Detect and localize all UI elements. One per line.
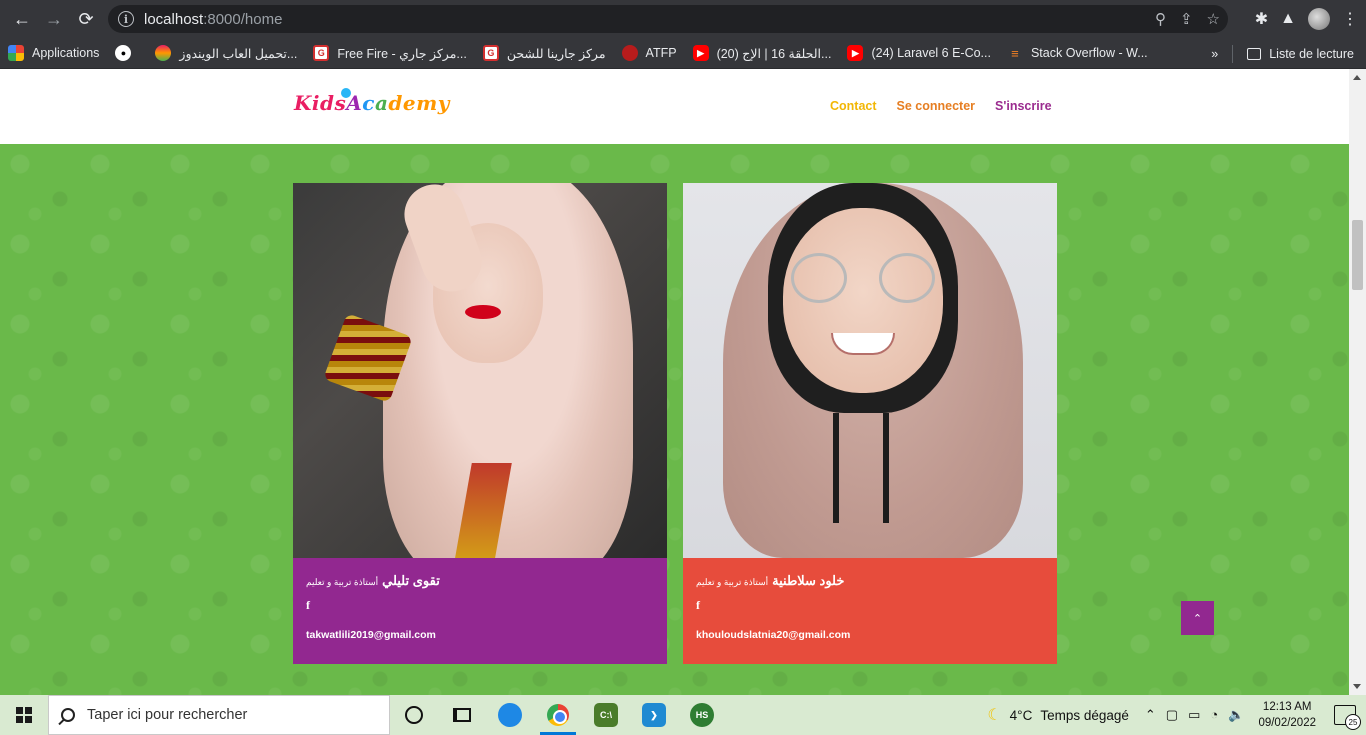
task-view-button[interactable]	[438, 695, 486, 735]
teacher-photo	[683, 183, 1057, 558]
volume-icon[interactable]: 🔈	[1228, 707, 1244, 723]
windows-taskbar: Taper ici pour rechercher C:\ ❯ HS ☾ 4°C…	[0, 695, 1366, 735]
more-bookmarks-button[interactable]: »	[1211, 47, 1218, 61]
teacher-card: تقوى تليلي أستاذة تربية و تعليم f takwat…	[293, 183, 667, 664]
site-header: KidsAcademy Contact Se connecter S'inscr…	[0, 69, 1349, 144]
task-view-icon	[453, 708, 471, 722]
teacher-photo	[293, 183, 667, 558]
taskbar-app-vscode[interactable]: ❯	[630, 695, 678, 735]
freefire-icon: G	[313, 45, 330, 61]
notification-center-icon[interactable]: 25	[1334, 705, 1361, 730]
reading-list-button[interactable]: Liste de lecture	[1247, 47, 1354, 61]
facebook-icon[interactable]: f	[306, 598, 310, 613]
cortana-icon	[405, 706, 423, 724]
bookmark-stackoverflow[interactable]: ≡ Stack Overflow - W...	[999, 40, 1156, 66]
taskbar-app-hs[interactable]: HS	[678, 695, 726, 735]
system-tray: ☾ 4°C Temps dégagé ⌃ ▢ ▭ ◔ 🔈 12:13 AM 09…	[987, 695, 1366, 735]
nav-signup[interactable]: S'inscrire	[995, 99, 1051, 113]
cortana-button[interactable]	[390, 695, 438, 735]
teacher-email: takwatlili2019@gmail.com	[306, 629, 436, 641]
teacher-role: أستاذة تربية و تعليم	[696, 577, 769, 587]
weather-temp: 4°C	[1009, 707, 1033, 723]
chrome-icon	[547, 704, 569, 726]
vscode-icon: ❯	[642, 703, 666, 727]
teacher-info: خلود سلاطنية أستاذة تربية و تعليم f khou…	[683, 558, 1057, 664]
teacher-info: تقوى تليلي أستاذة تربية و تعليم f takwat…	[293, 558, 667, 664]
scroll-thumb[interactable]	[1352, 220, 1363, 290]
hs-app-icon: HS	[690, 703, 714, 727]
taskbar-app-elephant[interactable]	[486, 695, 534, 735]
bookmark-free-fire[interactable]: G Free Fire - مركز جاري...	[305, 40, 475, 66]
start-button[interactable]	[0, 695, 48, 735]
weather-text: Temps dégagé	[1040, 707, 1129, 723]
stackoverflow-icon: ≡	[1011, 45, 1019, 61]
zoom-icon[interactable]: ⚲	[1155, 10, 1166, 28]
garena-icon: G	[482, 45, 499, 61]
bookmark-applications[interactable]: Applications	[0, 40, 107, 66]
nav-contact[interactable]: Contact	[830, 99, 877, 113]
windows-logo-icon	[16, 707, 32, 723]
clock-time: 12:13 AM	[1262, 701, 1312, 713]
clock[interactable]: 12:13 AM 09/02/2022	[1258, 699, 1316, 731]
menu-dots-icon[interactable]: ⋮	[1342, 9, 1358, 29]
weather-widget[interactable]: ☾ 4°C Temps dégagé	[987, 705, 1129, 725]
teacher-email: khouloudslatnia20@gmail.com	[696, 629, 851, 641]
teacher-name: خلود سلاطنية	[772, 573, 845, 588]
meet-now-icon[interactable]: ▢	[1166, 707, 1178, 723]
rainbow-icon	[155, 45, 172, 61]
bookmark-github[interactable]: ●	[107, 40, 147, 66]
facebook-icon[interactable]: f	[696, 598, 700, 613]
terminal-app-icon: C:\	[594, 703, 618, 727]
taskbar-search[interactable]: Taper ici pour rechercher	[48, 695, 390, 735]
teacher-card: خلود سلاطنية أستاذة تربية و تعليم f khou…	[683, 183, 1057, 664]
address-bar[interactable]: i localhost:8000/home ⚲ ⇪ ☆	[108, 5, 1228, 33]
search-placeholder: Taper ici pour rechercher	[87, 707, 248, 723]
scroll-up-icon[interactable]	[1353, 75, 1361, 80]
battery-icon[interactable]: ▭	[1188, 707, 1200, 723]
divider	[1232, 44, 1234, 63]
share-icon[interactable]: ⇪	[1180, 10, 1193, 28]
bookmark-star-icon[interactable]: ☆	[1207, 10, 1220, 28]
taskbar-app-terminal[interactable]: C:\	[582, 695, 630, 735]
scroll-down-icon[interactable]	[1353, 684, 1361, 689]
browser-toolbar: ← → ⟳ i localhost:8000/home ⚲ ⇪ ☆ ✱ ▲ ⋮	[0, 0, 1366, 38]
bookmarks-bar: Applications ● تحميل العاب الويندوز... G…	[0, 38, 1366, 69]
youtube-icon: ▶	[692, 45, 709, 61]
bookmark-garena[interactable]: G مركز جارينا للشحن	[475, 40, 614, 66]
moon-icon: ☾	[987, 707, 1002, 724]
atfp-icon	[621, 45, 638, 61]
notification-badge: 25	[1345, 714, 1361, 730]
site-nav: Contact Se connecter S'inscrire	[830, 99, 1052, 113]
page-viewport: KidsAcademy Contact Se connecter S'inscr…	[0, 69, 1366, 695]
teacher-role: أستاذة تربية و تعليم	[306, 577, 379, 587]
profile-avatar[interactable]	[1308, 8, 1330, 30]
reading-list-icon	[1247, 48, 1262, 61]
search-icon	[61, 708, 75, 722]
site-info-icon[interactable]: i	[118, 11, 134, 27]
teacher-name: تقوى تليلي	[382, 573, 440, 588]
teachers-section: تقوى تليلي أستاذة تربية و تعليم f takwat…	[0, 144, 1349, 695]
site-logo[interactable]: KidsAcademy	[294, 91, 450, 115]
apps-grid-icon	[8, 45, 24, 61]
clock-date: 09/02/2022	[1258, 717, 1316, 729]
taskbar-app-chrome[interactable]	[534, 695, 582, 735]
chevron-up-icon[interactable]: ⌃	[1145, 707, 1156, 723]
bookmark-windows-games[interactable]: تحميل العاب الويندوز...	[147, 40, 305, 66]
bookmark-youtube-1[interactable]: ▶ (20) الحلقة 16 | الإج...	[685, 40, 840, 66]
extensions-icon[interactable]: ✱	[1255, 9, 1268, 29]
bookmark-youtube-2[interactable]: ▶ (24) Laravel 6 E-Co...	[839, 40, 999, 66]
youtube-icon: ▶	[847, 45, 864, 61]
page-scrollbar[interactable]	[1349, 69, 1366, 695]
wifi-icon[interactable]: ◔	[1210, 707, 1218, 723]
github-icon: ●	[115, 45, 132, 61]
elephant-app-icon	[498, 703, 522, 727]
url-text[interactable]: localhost:8000/home	[144, 11, 282, 28]
forward-arrow-icon[interactable]: →	[38, 3, 70, 35]
back-arrow-icon[interactable]: ←	[6, 3, 38, 35]
flask-icon[interactable]: ▲	[1280, 10, 1296, 28]
reload-icon[interactable]: ⟳	[70, 3, 102, 35]
bookmark-atfp[interactable]: ATFP	[614, 40, 685, 66]
scroll-to-top-button[interactable]: ⌃	[1181, 601, 1214, 635]
nav-login[interactable]: Se connecter	[897, 99, 976, 113]
